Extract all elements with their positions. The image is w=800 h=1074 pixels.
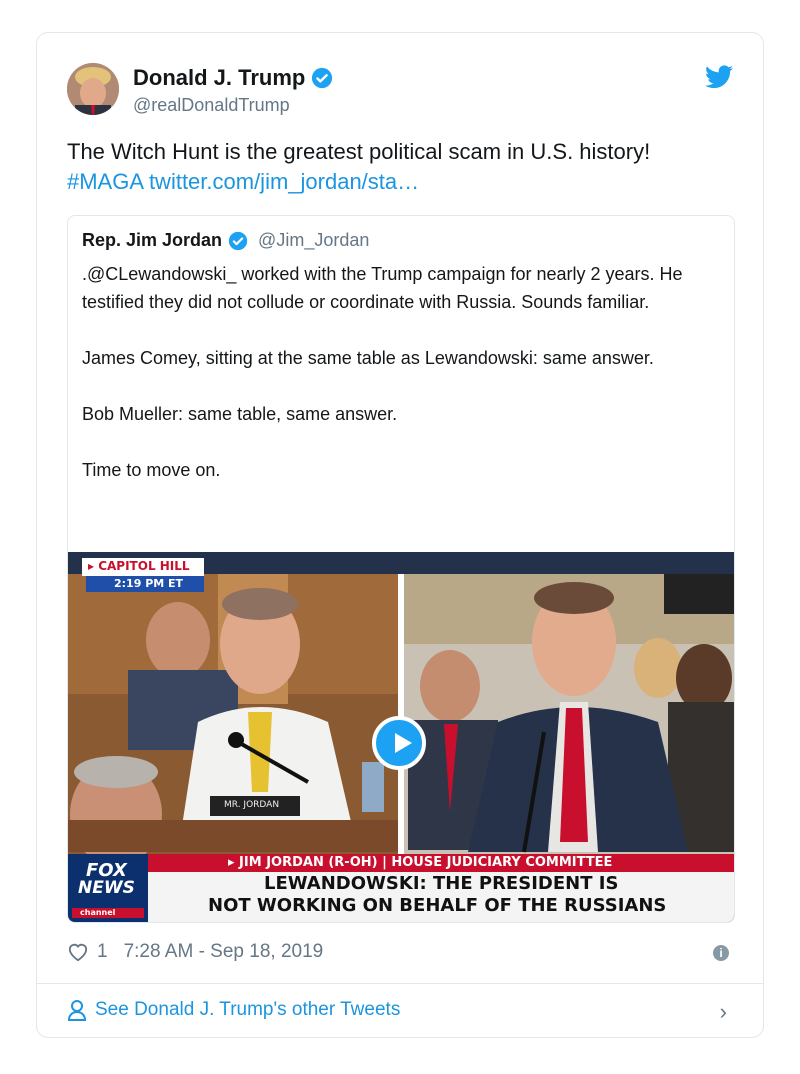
nameplate-text: MR. JORDAN [224, 800, 280, 810]
quoted-tweet-header: Rep. Jim Jordan @Jim_Jordan [82, 230, 369, 251]
lower-third-label: ▸ JIM JORDAN (R-OH) | HOUSE JUDICIARY CO… [228, 855, 613, 870]
tweet-body: The Witch Hunt is the greatest political… [67, 139, 651, 164]
embedded-tweet-card: Donald J. Trump @realDonaldTrump The Wit… [36, 32, 764, 1038]
play-button-icon[interactable] [372, 716, 426, 770]
quote-paragraph: .@CLewandowski_ worked with the Trump ca… [82, 264, 683, 312]
heart-icon[interactable] [67, 942, 89, 962]
fox-logo-line3: channel [80, 908, 116, 917]
quote-paragraph: Time to move on. [82, 460, 221, 480]
headline-line-2: NOT WORKING ON BEHALF OF THE RUSSIANS [208, 895, 667, 916]
hashtag-link[interactable]: #MAGA [67, 169, 143, 194]
quote-paragraph: James Comey, sitting at the same table a… [82, 348, 654, 368]
tweet-timestamp[interactable]: 7:28 AM - Sep 18, 2019 [124, 941, 324, 963]
location-tag: ▸ CAPITOL HILL [88, 559, 190, 573]
like-count[interactable]: 1 [97, 941, 108, 963]
author-name[interactable]: Donald J. Trump [133, 65, 305, 91]
tweet-text: The Witch Hunt is the greatest political… [67, 137, 737, 197]
see-other-tweets-label[interactable]: See Donald J. Trump's other Tweets [95, 999, 400, 1021]
info-icon[interactable]: i [713, 945, 729, 961]
video-thumbnail[interactable]: ▸ CAPITOL HILL 2:19 PM ET MR. JORDAN FOX… [68, 552, 734, 922]
quoted-tweet-link[interactable]: twitter.com/jim_jordan/sta… [149, 169, 419, 194]
quote-paragraph: Bob Mueller: same table, same answer. [82, 404, 398, 424]
quoted-author-handle: @Jim_Jordan [258, 230, 370, 250]
avatar[interactable] [67, 63, 119, 115]
quoted-author-name: Rep. Jim Jordan [82, 230, 223, 250]
time-tag: 2:19 PM ET [114, 577, 184, 590]
author-name-row[interactable]: Donald J. Trump [133, 65, 333, 91]
tweet-meta: 1 7:28 AM - Sep 18, 2019 [67, 941, 323, 963]
verified-badge-icon [312, 67, 333, 89]
headline-line-1: LEWANDOWSKI: THE PRESIDENT IS [264, 873, 619, 894]
chevron-right-icon[interactable]: › [720, 999, 727, 1025]
quoted-tweet[interactable]: Rep. Jim Jordan @Jim_Jordan .@CLewandows… [67, 215, 735, 923]
author-handle[interactable]: @realDonaldTrump [133, 95, 290, 116]
divider [37, 983, 763, 984]
fox-logo-line2: NEWS [78, 878, 135, 898]
see-other-tweets-link[interactable]: See Donald J. Trump's other Tweets [67, 999, 400, 1021]
quoted-tweet-text: .@CLewandowski_ worked with the Trump ca… [82, 260, 712, 512]
verified-badge-icon [228, 231, 248, 250]
user-icon [67, 1000, 87, 1021]
twitter-bird-icon[interactable] [705, 65, 733, 89]
